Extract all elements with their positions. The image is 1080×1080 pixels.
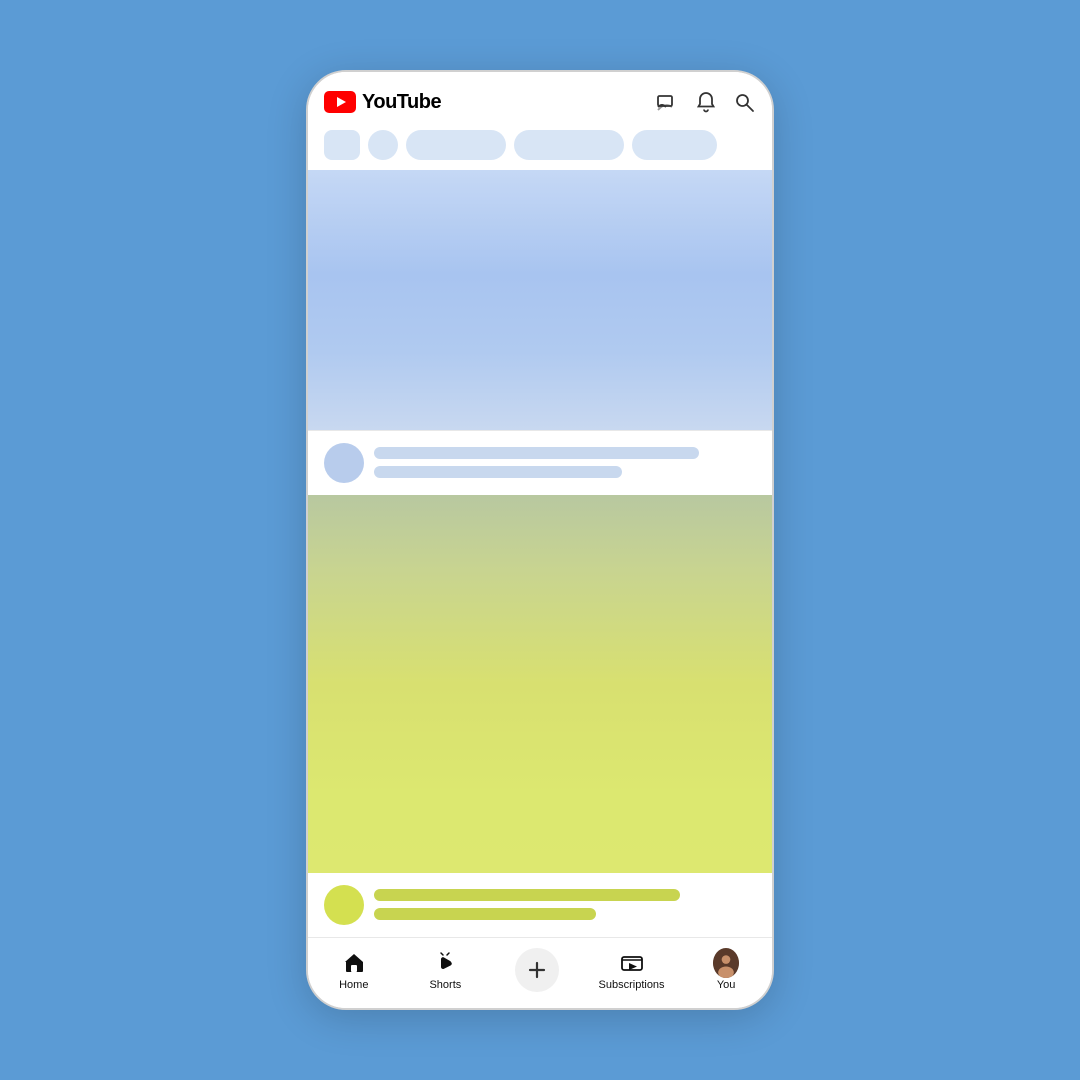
youtube-logo[interactable]: YouTube	[324, 91, 441, 114]
filter-chip-square[interactable]	[324, 130, 360, 160]
filter-chip-3[interactable]	[632, 130, 717, 160]
video-info-row	[308, 431, 772, 495]
bottom-nav: Home Shorts	[308, 937, 772, 1008]
header-icons	[656, 90, 756, 114]
nav-item-subscriptions[interactable]: Subscriptions	[599, 950, 665, 991]
cast-icon[interactable]	[656, 90, 680, 114]
nav-item-shorts[interactable]: Shorts	[415, 950, 475, 991]
youtube-icon	[324, 91, 356, 113]
filter-chip-1[interactable]	[406, 130, 506, 160]
subscriptions-label: Subscriptions	[599, 979, 665, 991]
user-avatar	[713, 948, 739, 978]
filter-chip-2[interactable]	[514, 130, 624, 160]
video-thumbnail-yellow[interactable]	[308, 495, 772, 873]
shorts-channel-avatar[interactable]	[324, 885, 364, 925]
video-text-lines	[374, 443, 756, 478]
video-title-line	[374, 447, 699, 459]
nav-item-you[interactable]: You	[696, 950, 756, 991]
video-meta-line	[374, 466, 622, 478]
video-thumbnail-blue[interactable]	[308, 170, 772, 430]
shorts-text-lines	[374, 885, 756, 920]
shorts-info-row	[308, 873, 772, 937]
user-avatar-icon	[713, 950, 739, 976]
search-icon[interactable]	[732, 90, 756, 114]
shorts-icon	[432, 950, 458, 976]
shorts-meta-line	[374, 908, 596, 920]
filter-chips-row	[308, 124, 772, 170]
nav-item-add[interactable]	[507, 948, 567, 992]
shorts-label: Shorts	[429, 979, 461, 991]
channel-avatar[interactable]	[324, 443, 364, 483]
app-header: YouTube	[308, 72, 772, 124]
nav-item-home[interactable]: Home	[324, 950, 384, 991]
subscriptions-icon	[619, 950, 645, 976]
add-button[interactable]	[515, 948, 559, 992]
phone-frame: YouTube	[306, 70, 774, 1010]
you-label: You	[717, 979, 736, 991]
home-label: Home	[339, 979, 368, 991]
filter-chip-circle[interactable]	[368, 130, 398, 160]
youtube-title: YouTube	[362, 91, 441, 114]
notification-icon[interactable]	[694, 90, 718, 114]
shorts-title-line	[374, 889, 680, 901]
home-icon	[341, 950, 367, 976]
